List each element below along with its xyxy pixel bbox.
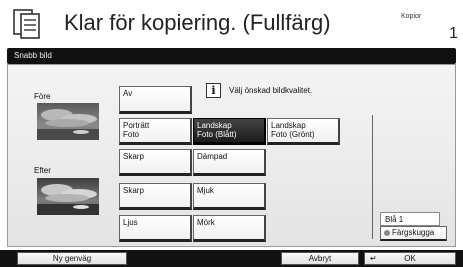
portrait-photo-label-line1: Porträtt	[123, 121, 150, 130]
after-label: Efter	[34, 166, 51, 175]
before-preview-image	[37, 103, 99, 140]
landscape-blue-label-line1: Landskap	[197, 121, 232, 130]
info-text: Välj önskad bildkvalitet.	[229, 86, 313, 95]
info-icon: i	[206, 83, 221, 98]
panel-title: Snabb bild	[14, 51, 52, 60]
panel-divider	[372, 115, 373, 239]
landscape-green-button[interactable]: Landskap Foto (Grönt)	[267, 118, 340, 145]
header: Klar för kopiering. (Fullfärg) Kopior 1	[0, 0, 463, 47]
muted-button-label: Dämpad	[197, 152, 228, 161]
copies-count: 1	[449, 25, 458, 42]
new-shortcut-label: Ny genväg	[52, 254, 92, 263]
soft-button[interactable]: Mjuk	[193, 183, 266, 210]
off-button-label: Av	[123, 89, 133, 98]
enter-icon: ↵	[370, 254, 377, 263]
dark-button[interactable]: Mörk	[193, 215, 266, 242]
page-title: Klar för kopiering. (Fullfärg)	[64, 10, 331, 35]
landscape-green-label-line2: Foto (Grönt)	[271, 130, 315, 139]
blue-level-value: Blå 1	[380, 212, 440, 226]
off-button[interactable]: Av	[119, 86, 192, 114]
ok-label: OK	[404, 254, 416, 263]
ok-button[interactable]: ↵ OK	[364, 252, 456, 265]
color-shade-button[interactable]: Färgskugga	[380, 226, 447, 241]
cancel-label: Avbryt	[308, 254, 332, 263]
copies-label: Kopior	[401, 13, 422, 20]
panel-title-bar	[7, 48, 456, 64]
color-shade-label: Färgskugga	[392, 228, 435, 237]
sharp-button-1-label: Skarp	[123, 152, 144, 161]
landscape-green-label-line1: Landskap	[271, 121, 306, 130]
sharp-button-1[interactable]: Skarp	[119, 149, 192, 176]
sharp-button-2-label: Skarp	[123, 186, 144, 195]
before-label: Före	[34, 92, 51, 101]
light-button-label: Ljus	[123, 218, 138, 227]
landscape-blue-button[interactable]: Landskap Foto (Blått)	[193, 118, 266, 145]
radio-dot-icon	[384, 229, 390, 236]
after-preview-image	[37, 178, 99, 215]
sharp-button-2[interactable]: Skarp	[119, 183, 192, 210]
dark-button-label: Mörk	[197, 218, 215, 227]
portrait-photo-button[interactable]: Porträtt Foto	[119, 118, 192, 145]
light-button[interactable]: Ljus	[119, 215, 192, 242]
landscape-blue-label-line2: Foto (Blått)	[197, 130, 237, 139]
document-icon	[13, 9, 40, 39]
soft-button-label: Mjuk	[197, 186, 214, 195]
muted-button[interactable]: Dämpad	[193, 149, 266, 176]
portrait-photo-label-line2: Foto	[123, 130, 140, 139]
new-shortcut-button[interactable]: Ny genväg	[17, 252, 127, 265]
cancel-button[interactable]: Avbryt	[281, 252, 359, 265]
